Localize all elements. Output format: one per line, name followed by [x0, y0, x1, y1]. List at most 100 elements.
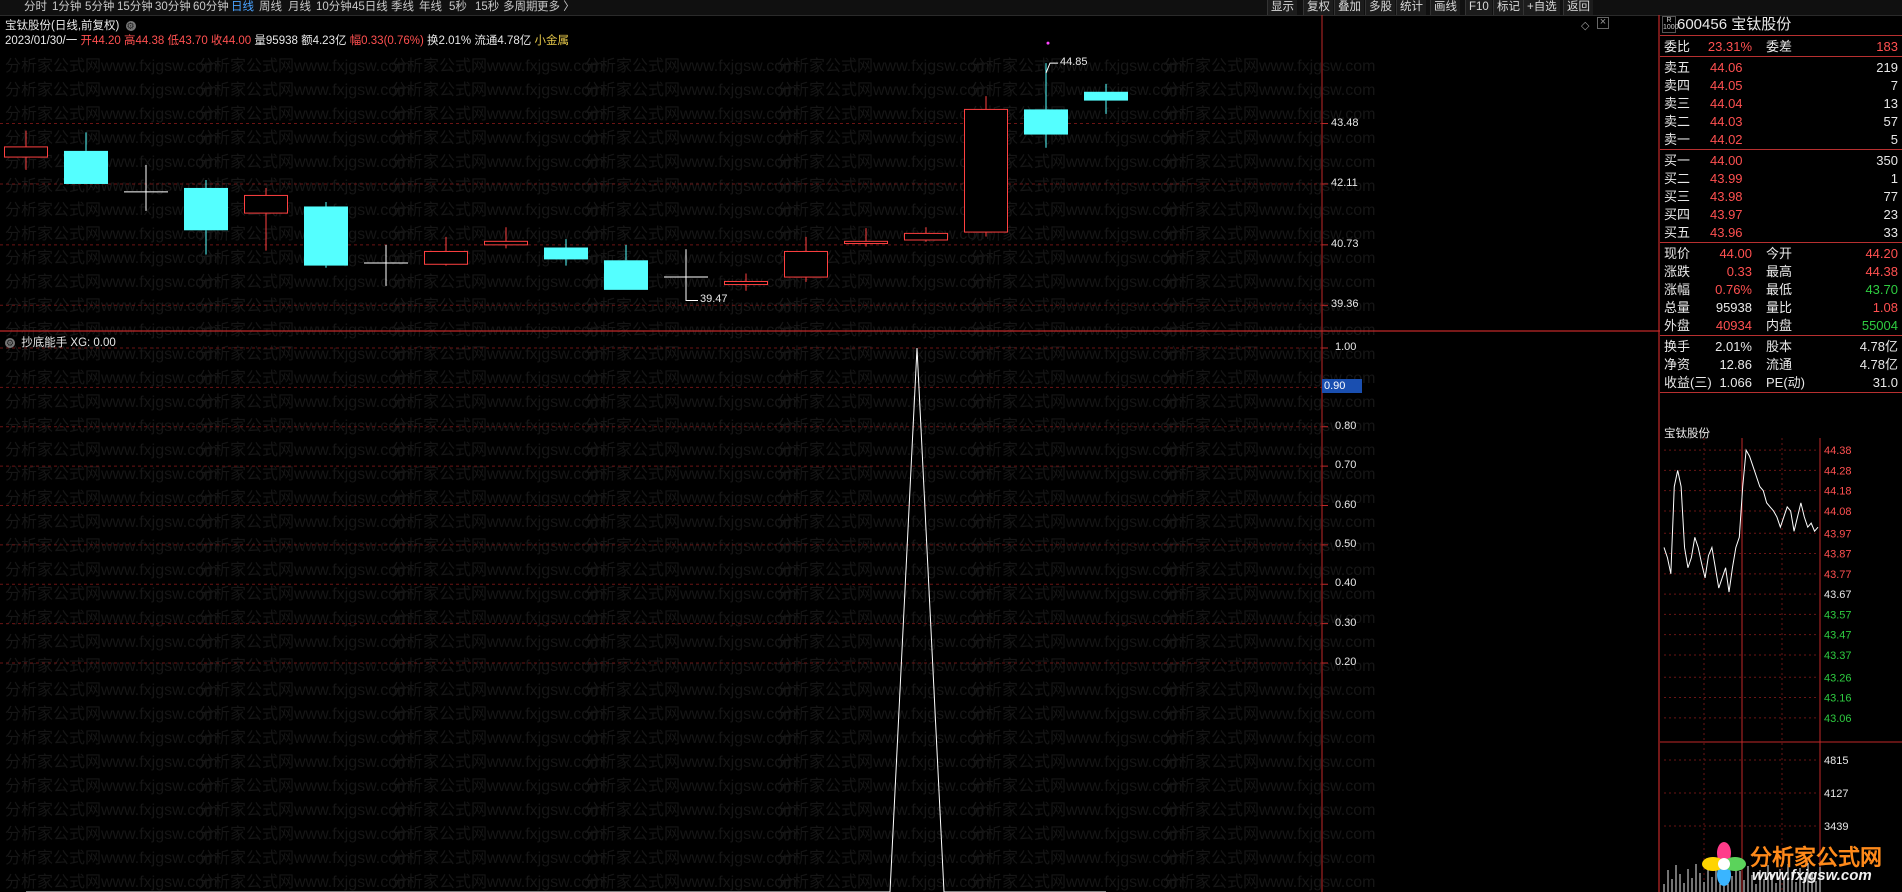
- candle-15[interactable]: [904, 227, 948, 242]
- period-tab-5[interactable]: 60分钟: [193, 0, 229, 15]
- mini-price-tick: 43.57: [1824, 609, 1852, 621]
- candle-12[interactable]: [724, 273, 768, 291]
- stat-row-3: 总量 95938 量比 1.08: [1660, 298, 1902, 317]
- toolbar-button-6[interactable]: F10: [1465, 0, 1492, 15]
- buy-row-3[interactable]: 买四 43.97 23: [1660, 205, 1902, 224]
- period-tab-15[interactable]: 多周期: [503, 0, 538, 15]
- toolbar-button-5[interactable]: 画线: [1430, 0, 1460, 15]
- mini-volume-tick: 3439: [1824, 821, 1848, 833]
- period-tab-0[interactable]: 分时: [24, 0, 47, 15]
- marker-dot: [1046, 41, 1050, 45]
- buy-volume: 33: [1883, 225, 1898, 240]
- y-tick-label: 39.36: [1331, 298, 1359, 311]
- sell-row-2[interactable]: 卖三 44.04 13: [1660, 94, 1902, 113]
- sell-row-4[interactable]: 卖一 44.02 5: [1660, 130, 1902, 149]
- info-amount: 额4.23亿: [301, 35, 347, 47]
- toolbar-button-8[interactable]: +自选: [1523, 0, 1560, 15]
- candle-10[interactable]: [604, 244, 648, 290]
- buy-price: 43.98: [1710, 189, 1743, 204]
- period-tab-13[interactable]: 5秒: [449, 0, 467, 15]
- sell-price: 44.06: [1710, 60, 1743, 75]
- info-open: 开44.20: [80, 35, 121, 47]
- toolbar-button-9[interactable]: 返回: [1563, 0, 1593, 15]
- buy-row-2[interactable]: 买三 43.98 77: [1660, 187, 1902, 206]
- stat2-row-2-label2: PE(动): [1766, 375, 1806, 390]
- period-tab-1[interactable]: 1分钟: [52, 0, 81, 15]
- period-tab-3[interactable]: 15分钟: [117, 0, 153, 15]
- candle-9[interactable]: [544, 239, 588, 266]
- sell-volume: 5: [1890, 132, 1898, 147]
- candle-8[interactable]: [484, 227, 528, 249]
- candle-6[interactable]: [364, 244, 408, 286]
- candle-4[interactable]: [244, 187, 288, 251]
- candle-body: [784, 250, 828, 278]
- webi-row-value2: 183: [1876, 39, 1898, 54]
- mini-price-tick: 44.08: [1824, 506, 1852, 518]
- candle-17[interactable]: [1024, 63, 1068, 148]
- period-tab-16[interactable]: 更多 〉: [537, 0, 575, 15]
- gear-icon[interactable]: ⚙: [125, 20, 136, 31]
- period-tab-8[interactable]: 月线: [288, 0, 311, 15]
- period-tab-11[interactable]: 季线: [391, 0, 414, 15]
- period-tab-9[interactable]: 10分钟: [316, 0, 352, 15]
- indicator-y-tick: 0.30: [1335, 616, 1357, 629]
- toolbar-button-1[interactable]: 复权: [1303, 0, 1333, 15]
- period-tab-2[interactable]: 5分钟: [85, 0, 114, 15]
- info-sector: 小金属: [534, 35, 569, 47]
- buy-volume: 350: [1876, 153, 1898, 168]
- period-tab-10[interactable]: 45日线: [352, 0, 388, 15]
- candle-5[interactable]: [304, 202, 348, 268]
- toolbar-button-3[interactable]: 多股: [1365, 0, 1395, 15]
- period-tab-14[interactable]: 15秒: [475, 0, 499, 15]
- candle-18[interactable]: [1084, 83, 1128, 114]
- brand-logo: 分析家公式网 www.fxjgsw.com: [1700, 838, 1900, 890]
- toolbar-button-2[interactable]: 叠加: [1334, 0, 1364, 15]
- indicator-value: XG: 0.00: [70, 337, 116, 349]
- expand-icon[interactable]: ◇: [1581, 19, 1589, 32]
- period-tab-4[interactable]: 30分钟: [155, 0, 191, 15]
- badge-line2: 1000: [1663, 24, 1679, 31]
- mini-price-tick: 43.26: [1824, 672, 1852, 684]
- candle-1[interactable]: [64, 132, 108, 184]
- candle-body: [64, 150, 108, 184]
- buy-row-4[interactable]: 买五 43.96 33: [1660, 223, 1902, 242]
- period-tab-7[interactable]: 周线: [259, 0, 282, 15]
- candle-2[interactable]: [124, 165, 168, 211]
- section-divider: [1660, 392, 1902, 393]
- candle-13[interactable]: [784, 236, 828, 282]
- sell-row-1[interactable]: 卖四 44.05 7: [1660, 76, 1902, 95]
- stat2-row-2-value2: 31.0: [1872, 375, 1898, 390]
- indicator-grid: [0, 347, 1328, 664]
- info-turnover: 换2.01%: [427, 35, 472, 47]
- indicator-gear-icon[interactable]: ⚙: [5, 337, 15, 348]
- period-tab-6[interactable]: 日线: [231, 0, 254, 15]
- sell-volume: 219: [1876, 60, 1898, 75]
- buy-row-0[interactable]: 买一 44.00 350: [1660, 151, 1902, 170]
- chart-area[interactable]: [0, 15, 1660, 892]
- indicator-y-tick: 0.60: [1335, 498, 1357, 511]
- stat-row-2-label2: 最低: [1766, 282, 1793, 297]
- period-tab-12[interactable]: 年线: [419, 0, 442, 15]
- candle-7[interactable]: [424, 236, 468, 266]
- candle-body: [604, 260, 648, 290]
- candle-16[interactable]: [964, 96, 1008, 237]
- mini-price-line: [1663, 448, 1819, 593]
- mini-intraday-chart[interactable]: 44.38 44.28 44.18 44.08 43.97 43.87 43.77 43.67…: [1660, 438, 1902, 892]
- toolbar-button-7[interactable]: 标记: [1493, 0, 1523, 15]
- sell-row-0[interactable]: 卖五 44.06 219: [1660, 58, 1902, 77]
- logo-url: www.fxjgsw.com: [1752, 867, 1872, 884]
- close-icon[interactable]: ×: [1597, 17, 1609, 29]
- candle-14[interactable]: [844, 228, 888, 247]
- sell-row-3[interactable]: 卖二 44.03 57: [1660, 112, 1902, 131]
- stat-row-4-value2: 55004: [1861, 318, 1898, 333]
- mini-price-tick: 44.18: [1824, 486, 1852, 498]
- mini-price-tick: 44.28: [1824, 465, 1852, 477]
- buy-label: 买二: [1664, 171, 1691, 186]
- candle-0[interactable]: [4, 130, 48, 170]
- buy-row-1[interactable]: 买二 43.99 1: [1660, 169, 1902, 188]
- toolbar-button-0[interactable]: 显示: [1267, 0, 1297, 15]
- toolbar-button-4[interactable]: 统计: [1396, 0, 1426, 15]
- mini-price-tick: 43.47: [1824, 630, 1852, 642]
- candle-body: [1084, 91, 1128, 101]
- candle-3[interactable]: [184, 180, 228, 255]
